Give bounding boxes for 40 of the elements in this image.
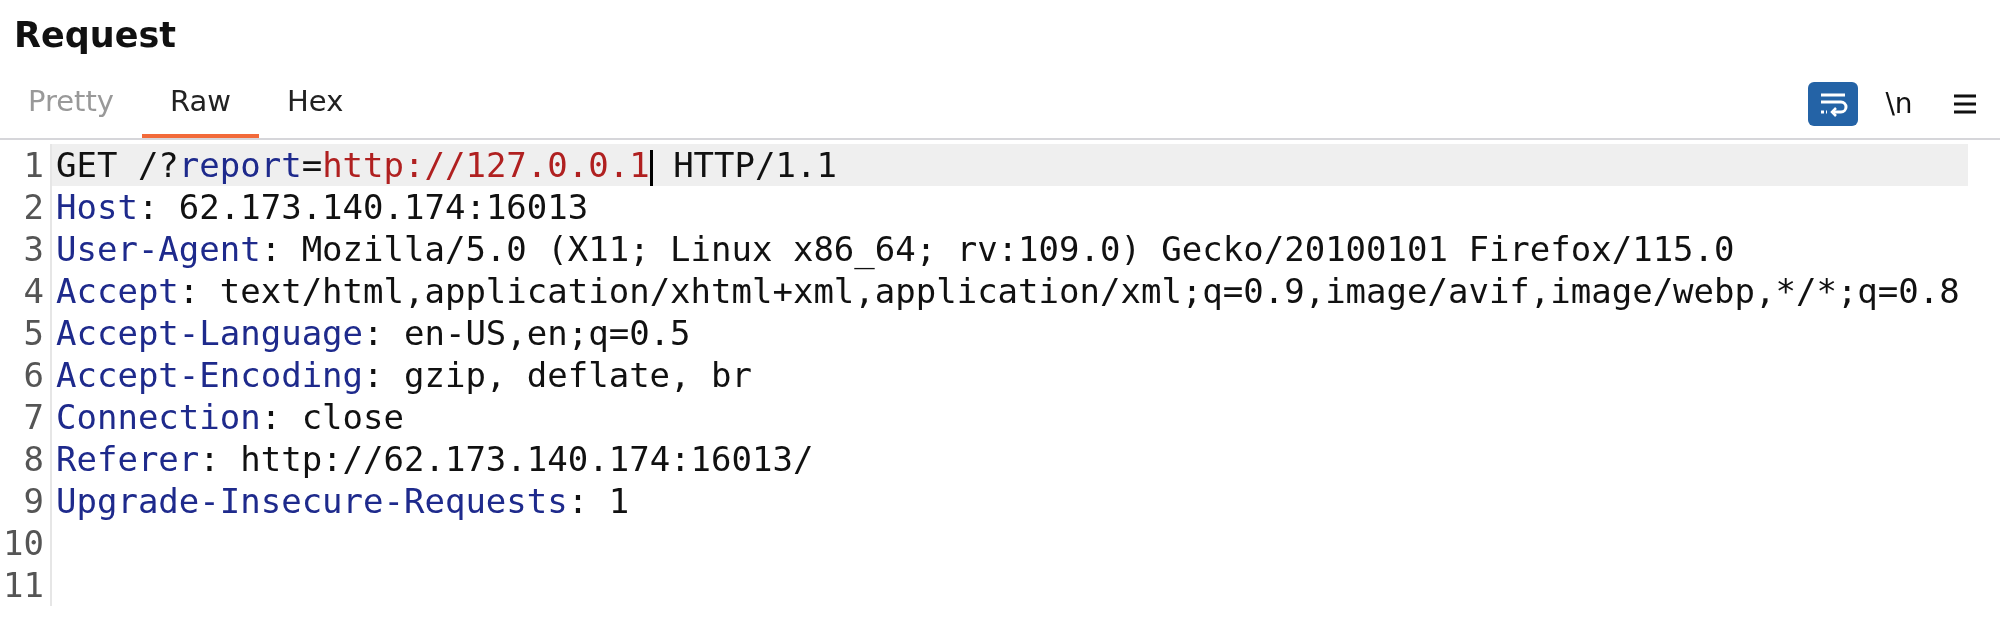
line-number: 11 (2, 564, 45, 606)
menu-icon (1952, 93, 1978, 115)
code-text: : 62.173.140.174:16013 (137, 187, 589, 227)
newline-toggle[interactable]: \n (1874, 82, 1924, 126)
line-number: 4 (22, 270, 45, 312)
wrap-lines-button[interactable] (1808, 82, 1858, 126)
code-text: : close (260, 397, 404, 437)
code-text: : Mozilla/5.0 (X11; Linux x86_64; rv:109.0) Gecko/20100101 Firefox/115.0 (260, 229, 1735, 269)
line-number: 3 (22, 228, 45, 270)
line-number: 1 (22, 144, 45, 186)
tab[interactable]: Raw (142, 70, 260, 138)
header-name: Connection (56, 397, 261, 437)
header-name: User-Agent (56, 229, 261, 269)
header-name: Upgrade-Insecure-Requests (56, 481, 568, 521)
line-number: 7 (22, 396, 45, 438)
header-name: Host (56, 187, 138, 227)
code-text: : gzip, deflate, br (363, 355, 752, 395)
code-text: GET /? (56, 145, 179, 185)
line-number: 8 (22, 438, 45, 480)
header-name: Accept-Language (56, 313, 364, 353)
code-text: HTTP/1.1 (672, 145, 837, 185)
header-name: Referer (56, 439, 200, 479)
panel-title: Request (13, 14, 177, 57)
code-text: : 1 (567, 481, 630, 521)
code-text: : http://62.173.140.174:16013/ (199, 439, 814, 479)
tab[interactable]: Hex (259, 70, 372, 138)
line-number: 6 (22, 354, 45, 396)
line-number: 2 (22, 186, 45, 228)
code-text: : en-US,en;q=0.5 (363, 313, 691, 353)
code-text: = (301, 145, 323, 185)
wrap-lines-icon (1818, 91, 1848, 117)
header-name: Accept (56, 271, 179, 311)
header-name: Accept-Encoding (56, 355, 364, 395)
line-number: 10 (2, 522, 45, 564)
text-cursor (649, 149, 653, 186)
line-number: 9 (22, 480, 45, 522)
parameter-value: http://127.0.0.1 (322, 145, 650, 185)
header-name: report (178, 145, 302, 185)
code-text: : text/html,application/xhtml+xml,application/xml;q=0.9,image/avif,image/webp,*/*;q=0.8 (178, 271, 1960, 311)
line-number: 5 (22, 312, 45, 354)
